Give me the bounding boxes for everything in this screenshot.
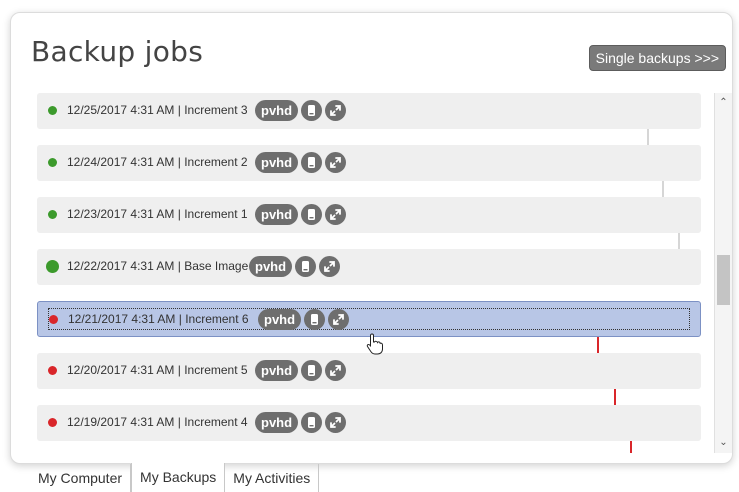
chevron-up-icon[interactable]: ⌃ xyxy=(715,95,732,111)
format-badge: pvhd xyxy=(255,152,299,173)
status-dot xyxy=(49,315,58,324)
backup-row[interactable]: 12/20/2017 4:31 AM | Increment 5 pvhd xyxy=(37,353,701,389)
backup-label: 12/25/2017 4:31 AM | Increment 3 xyxy=(67,103,248,117)
drive-icon[interactable] xyxy=(295,256,316,277)
format-badge: pvhd xyxy=(255,100,299,121)
format-badge: pvhd xyxy=(258,309,302,330)
backup-row[interactable]: 12/25/2017 4:31 AM | Increment 3 pvhd xyxy=(37,93,701,129)
backup-list: 12/25/2017 4:31 AM | Increment 3 pvhd 12/2… xyxy=(37,93,717,453)
page-title: Backup jobs xyxy=(31,35,204,68)
backup-label: 12/24/2017 4:31 AM | Increment 2 xyxy=(67,155,248,169)
bottom-tabs: My Computer My Backups My Activities xyxy=(30,463,320,492)
vertical-scrollbar[interactable]: ⌃ ⌄ xyxy=(714,93,732,453)
expand-arrows-icon[interactable] xyxy=(325,100,346,121)
expand-arrows-icon[interactable] xyxy=(325,412,346,433)
status-dot xyxy=(48,106,57,115)
hand-pointer-icon xyxy=(366,333,383,355)
expand-arrows-icon[interactable] xyxy=(325,152,346,173)
backup-label: 12/19/2017 4:31 AM | Increment 4 xyxy=(67,415,248,429)
drive-icon[interactable] xyxy=(304,309,325,330)
status-dot xyxy=(48,366,57,375)
single-backups-button[interactable]: Single backups >>> xyxy=(588,45,726,71)
expand-arrows-icon[interactable] xyxy=(325,360,346,381)
tab-my-computer[interactable]: My Computer xyxy=(30,464,132,492)
backup-jobs-panel: Backup jobs Single backups >>> 12/25/201… xyxy=(10,12,733,464)
backup-row[interactable]: 12/19/2017 4:31 AM | Increment 4 pvhd xyxy=(37,405,701,441)
chevron-down-icon[interactable]: ⌄ xyxy=(715,435,732,451)
expand-arrows-icon[interactable] xyxy=(319,256,340,277)
backup-row[interactable]: 12/24/2017 4:31 AM | Increment 2 pvhd xyxy=(37,145,701,181)
tab-my-backups[interactable]: My Backups xyxy=(131,463,226,492)
format-badge: pvhd xyxy=(255,204,299,225)
backup-label: 12/21/2017 4:31 AM | Increment 6 xyxy=(68,312,249,326)
status-dot xyxy=(48,210,57,219)
drive-icon[interactable] xyxy=(301,100,322,121)
format-badge: pvhd xyxy=(249,256,293,277)
tab-my-activities[interactable]: My Activities xyxy=(225,464,320,492)
drive-icon[interactable] xyxy=(301,204,322,225)
backup-row[interactable]: 12/23/2017 4:31 AM | Increment 1 pvhd xyxy=(37,197,701,233)
backup-label: 12/23/2017 4:31 AM | Increment 1 xyxy=(67,207,248,221)
format-badge: pvhd xyxy=(255,412,299,433)
backup-label: 12/22/2017 4:31 AM | Base Image xyxy=(67,259,249,273)
status-dot xyxy=(48,418,57,427)
format-badge: pvhd xyxy=(255,360,299,381)
status-dot xyxy=(48,158,57,167)
drive-icon[interactable] xyxy=(301,412,322,433)
expand-arrows-icon[interactable] xyxy=(325,204,346,225)
backup-label: 12/20/2017 4:31 AM | Increment 5 xyxy=(67,363,248,377)
expand-arrows-icon[interactable] xyxy=(328,309,349,330)
backup-row[interactable]: 12/21/2017 4:31 AM | Increment 6 pvhd xyxy=(37,301,701,337)
scrollbar-thumb[interactable] xyxy=(717,255,730,305)
drive-icon[interactable] xyxy=(301,152,322,173)
drive-icon[interactable] xyxy=(301,360,322,381)
backup-row[interactable]: 12/22/2017 4:31 AM | Base Image pvhd xyxy=(37,249,701,285)
status-dot xyxy=(46,260,59,273)
